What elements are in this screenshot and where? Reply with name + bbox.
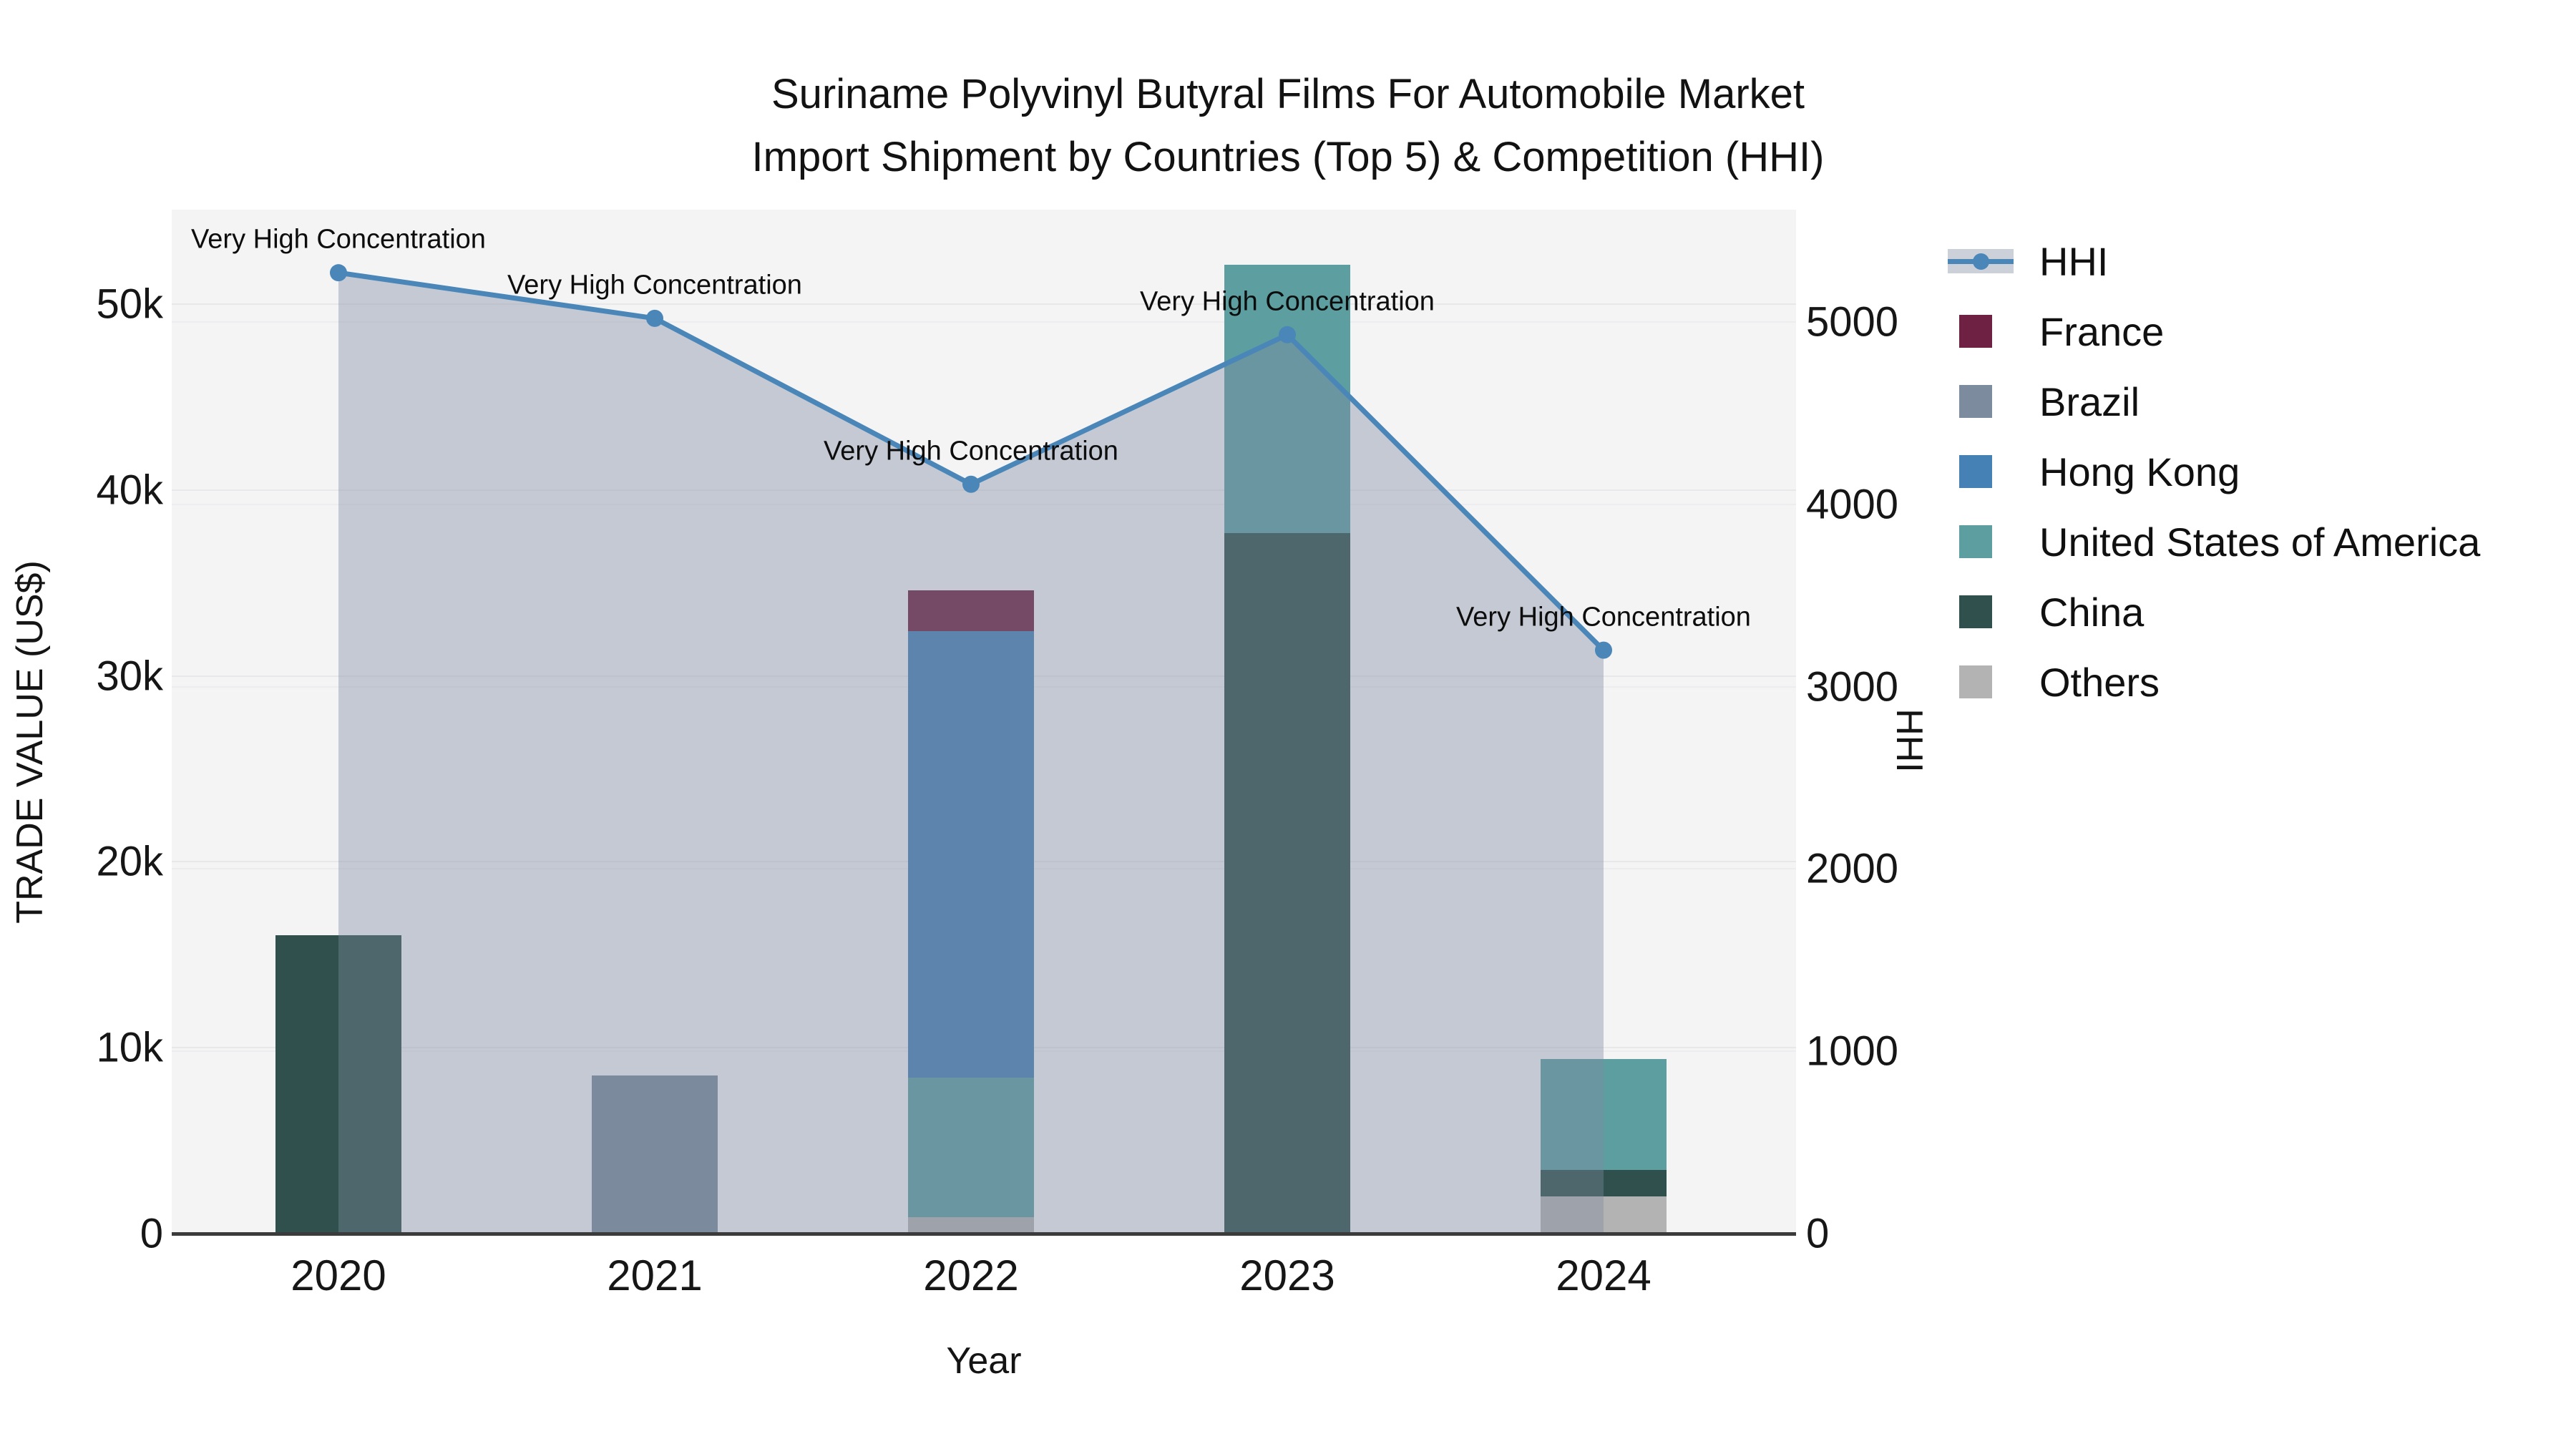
legend-item-others[interactable]: Others — [1948, 647, 2480, 717]
y-left-tick-20k: 20k — [96, 838, 163, 885]
annotation-2020: Very High Concentration — [191, 224, 486, 255]
legend-item-france[interactable]: France — [1948, 296, 2480, 366]
legend-item-china[interactable]: China — [1948, 577, 2480, 647]
y-left-tick-10k: 10k — [96, 1024, 163, 1071]
hhi-band-dot — [1973, 253, 1989, 270]
y-right-tick-3000: 3000 — [1806, 663, 1899, 711]
legend-label: HHI — [2039, 238, 2109, 284]
y-right-tick-1000: 1000 — [1806, 1028, 1899, 1075]
legend-item-brazil[interactable]: Brazil — [1948, 366, 2480, 436]
hhi-band — [1948, 249, 2014, 273]
y-right-tick-5000: 5000 — [1806, 298, 1899, 346]
legend-label: Hong Kong — [2039, 449, 2240, 494]
swatch — [1959, 315, 1992, 348]
legend-label: Others — [2039, 659, 2160, 705]
x-tick-2021: 2021 — [607, 1252, 703, 1299]
annotation-2021: Very High Concentration — [507, 270, 802, 301]
legend-swatch-icon — [1948, 525, 2019, 558]
y-right-tick-4000: 4000 — [1806, 481, 1899, 528]
legend-item-hhi[interactable]: HHI — [1948, 226, 2480, 296]
legend-item-united-states-of-america[interactable]: United States of America — [1948, 507, 2480, 577]
x-tick-2022: 2022 — [923, 1252, 1019, 1299]
y-axis-title-right: HHI — [1888, 708, 1930, 773]
legend-swatch-icon — [1948, 315, 2019, 348]
hhi-area-fill — [338, 273, 1604, 1233]
figure: Suriname Polyvinyl Butyral Films For Aut… — [0, 0, 2576, 1449]
annotation-2023: Very High Concentration — [1140, 286, 1435, 317]
y-left-tick-40k: 40k — [96, 467, 163, 514]
y-right-tick-0: 0 — [1806, 1210, 1830, 1257]
hhi-point-2021[interactable] — [646, 309, 663, 327]
hhi-point-2020[interactable] — [330, 264, 347, 282]
hhi-point-2022[interactable] — [962, 475, 980, 493]
legend-label: France — [2039, 308, 2165, 354]
hhi-line-icon — [1948, 249, 2019, 273]
annotation-2022: Very High Concentration — [824, 436, 1118, 467]
legend-swatch-icon — [1948, 385, 2019, 418]
x-tick-2023: 2023 — [1239, 1252, 1335, 1299]
legend-swatch-icon — [1948, 665, 2019, 698]
hhi-point-2024[interactable] — [1595, 641, 1612, 659]
swatch — [1959, 595, 1992, 628]
legend-swatch-icon — [1948, 455, 2019, 488]
legend-label: Brazil — [2039, 379, 2140, 424]
swatch — [1959, 455, 1992, 488]
y-left-tick-0: 0 — [140, 1210, 163, 1257]
y-axis-title-left: TRADE VALUE (US$) — [9, 560, 51, 924]
y-left-tick-50k: 50k — [96, 280, 163, 328]
x-axis-title: Year — [946, 1340, 1022, 1382]
x-axis-line — [172, 1232, 1796, 1236]
swatch — [1959, 665, 1992, 698]
legend-swatch-icon — [1948, 595, 2019, 628]
swatch — [1959, 385, 1992, 418]
hhi-point-2023[interactable] — [1279, 326, 1296, 343]
legend: HHI France Brazil Hong Kong United States of… — [1948, 226, 2480, 717]
x-tick-2020: 2020 — [291, 1252, 386, 1299]
x-tick-2024: 2024 — [1556, 1252, 1652, 1299]
y-left-tick-30k: 30k — [96, 653, 163, 700]
y-right-tick-2000: 2000 — [1806, 845, 1899, 892]
legend-item-hong-kong[interactable]: Hong Kong — [1948, 436, 2480, 507]
legend-label: United States of America — [2039, 519, 2481, 565]
swatch — [1959, 525, 1992, 558]
legend-label: China — [2039, 589, 2145, 635]
annotation-2024: Very High Concentration — [1456, 602, 1751, 633]
